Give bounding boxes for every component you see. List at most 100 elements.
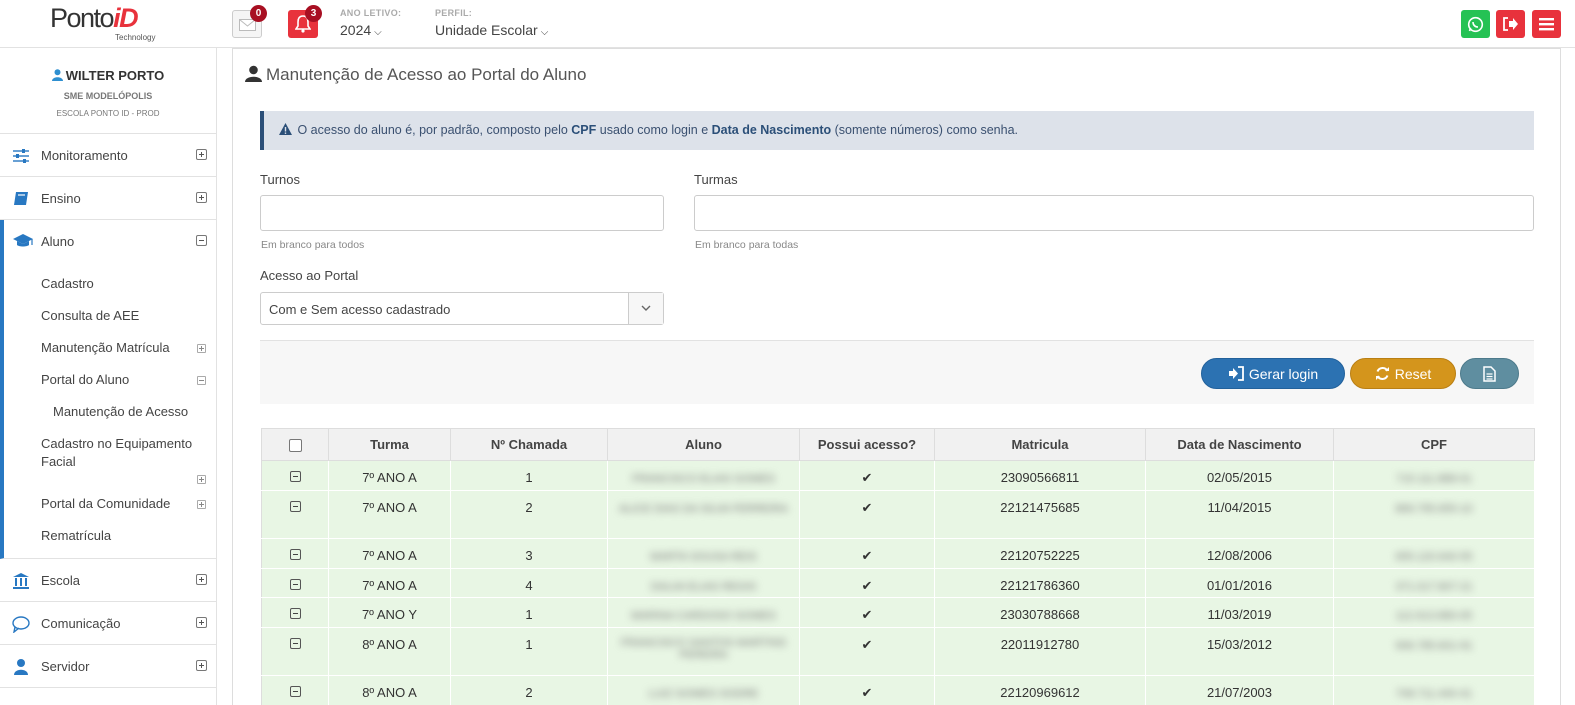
export-document-button[interactable] (1460, 358, 1519, 389)
table-row[interactable]: 7º ANO A 2 ALICE DIAS DA SILVA FERREIRA … (261, 490, 1535, 539)
sidebar-item-label: Escola (41, 572, 81, 588)
cell-turma: 7º ANO A (328, 490, 451, 539)
alert-data-nascimento: Data de Nascimento (711, 123, 832, 137)
sidebar-subitem-rematricula[interactable]: Rematrícula (41, 528, 111, 543)
sidebar-item-label: Ensino (41, 190, 81, 206)
turmas-help: Em branco para todas (695, 239, 799, 251)
cell-aluno: FRANCISCO SANTOS MARTINS PEREIRA (620, 637, 787, 661)
sidebar-subitem-cadastro[interactable]: Cadastro (41, 276, 94, 291)
logo-accent: iD (113, 3, 139, 33)
sidebar-subitem-consulta-aee[interactable]: Consulta de AEE (41, 308, 139, 323)
col-header-turma[interactable]: Turma (328, 428, 451, 461)
cell-cpf: 371.017.807-21 (1395, 581, 1473, 593)
expand-plus-icon (196, 660, 207, 671)
sidebar-item-ensino[interactable]: Ensino (0, 177, 216, 220)
info-alert: O acesso do aluno é, por padrão, compost… (260, 111, 1534, 150)
row-expand-icon[interactable] (289, 549, 301, 560)
perfil-selector[interactable]: PERFIL: Unidade Escolar ⌵ (435, 8, 548, 38)
sidebar-item-comunicacao[interactable]: Comunicação (0, 602, 216, 645)
check-icon: ✔ (799, 597, 935, 628)
sidebar-subitem-portal-aluno[interactable]: Portal do Aluno (41, 372, 129, 387)
acesso-portal-label: Acesso ao Portal (260, 268, 359, 283)
hamburger-menu-button[interactable] (1532, 10, 1561, 38)
select-toggle[interactable] (628, 293, 663, 324)
sidebar-subitem-manutencao-matricula[interactable]: Manutenção Matrícula (41, 340, 170, 355)
gerar-login-button[interactable]: Gerar login (1201, 358, 1345, 389)
ano-letivo-selector[interactable]: ANO LETIVO: 2024 ⌵ (340, 8, 401, 38)
cell-nascimento: 15/03/2012 (1145, 627, 1334, 676)
row-expand-icon[interactable] (289, 608, 301, 619)
logout-button[interactable] (1496, 10, 1525, 38)
sidebar-subitem-cadastro-equipamento[interactable]: Cadastro no Equipamento (41, 436, 192, 451)
collapse-minus-icon[interactable] (197, 376, 206, 385)
cell-matricula: 22011912780 (934, 627, 1146, 676)
main-panel: Manutenção de Acesso ao Portal do Aluno … (232, 48, 1561, 705)
sidebar-subitem-manutencao-acesso[interactable]: Manutenção de Acesso (53, 404, 188, 419)
col-header-chamada[interactable]: Nº Chamada (450, 428, 608, 461)
cell-turma: 7º ANO A (328, 568, 451, 598)
sidebar-item-monitoramento[interactable]: Monitoramento (0, 134, 216, 177)
table-row[interactable]: 7º ANO A 4 DALVA ELIAS REGIS ✔ 221217863… (261, 568, 1535, 598)
chevron-down-icon: ⌵ (374, 27, 382, 38)
user-box: WILTER PORTO SME MODELÓPOLIS ESCOLA PONT… (0, 48, 216, 134)
cell-chamada: 2 (450, 490, 608, 539)
table-row[interactable]: 8º ANO A 2 LUIZ GOMES SODRE ✔ 2212096961… (261, 675, 1535, 705)
user-icon (245, 65, 262, 82)
sidebar-item-servidor[interactable]: Servidor (0, 645, 216, 688)
cell-cpf: 708.711.440-41 (1395, 688, 1473, 700)
cell-turma: 7º ANO A (328, 460, 451, 491)
sidebar-subitem-portal-comunidade[interactable]: Portal da Comunidade (41, 496, 170, 511)
sidebar-item-escola[interactable]: Escola (0, 559, 216, 602)
cell-turma: 7º ANO Y (328, 597, 451, 628)
cell-matricula: 22120969612 (934, 675, 1146, 705)
col-header-matricula[interactable]: Matricula (934, 428, 1146, 461)
cell-cpf: 906.785.601-91 (1395, 640, 1473, 652)
turmas-label: Turmas (694, 172, 738, 187)
cell-aluno: ALICE DIAS DA SILVA FERREIRA (619, 503, 788, 515)
cell-turma: 8º ANO A (328, 675, 451, 705)
cell-turma: 7º ANO A (328, 538, 451, 569)
logo[interactable]: PontoiD Technology (50, 4, 165, 44)
actions-toolbar: Gerar login Reset (260, 340, 1534, 404)
col-header-cpf[interactable]: CPF (1333, 428, 1535, 461)
turnos-input[interactable] (260, 195, 664, 231)
row-expand-icon[interactable] (289, 579, 301, 590)
sidebar-item-aluno[interactable]: Aluno (4, 220, 216, 263)
expand-plus-icon (196, 574, 207, 585)
sidebar-item-label: Monitoramento (41, 147, 128, 163)
select-all-checkbox[interactable] (288, 439, 302, 453)
mail-count-badge: 0 (250, 5, 267, 22)
acesso-portal-select[interactable]: Com e Sem acesso cadastrado (260, 292, 664, 325)
whatsapp-button[interactable] (1461, 10, 1490, 38)
table-row[interactable]: 8º ANO A 1 FRANCISCO SANTOS MARTINS PERE… (261, 627, 1535, 676)
expand-plus-icon[interactable] (197, 344, 206, 353)
row-expand-icon[interactable] (289, 638, 301, 649)
cell-nascimento: 02/05/2015 (1145, 460, 1334, 491)
sidebar-item-label: Servidor (41, 658, 90, 674)
graduation-cap-icon (13, 234, 33, 247)
row-expand-icon[interactable] (289, 686, 301, 697)
cell-nascimento: 12/08/2006 (1145, 538, 1334, 569)
top-bar: PontoiD Technology 0 3 ANO LETIVO: 2024 ⌵… (0, 0, 1575, 48)
table-row[interactable]: 7º ANO A 1 FRANCISCO ELIAS GOMES ✔ 23090… (261, 460, 1535, 491)
sidebar-section-aluno: Aluno Cadastro Consulta de AEE Manutençã… (0, 220, 216, 559)
acesso-portal-value: Com e Sem acesso cadastrado (269, 302, 451, 317)
table-row[interactable]: 7º ANO A 3 MARTA SOUSA REIS ✔ 2212075222… (261, 538, 1535, 569)
cell-nascimento: 11/04/2015 (1145, 490, 1334, 539)
col-header-acesso[interactable]: Possui acesso? (799, 428, 935, 461)
logo-text: Ponto (50, 3, 115, 33)
col-header-nascimento[interactable]: Data de Nascimento (1145, 428, 1334, 461)
check-icon: ✔ (799, 460, 935, 491)
reset-button[interactable]: Reset (1350, 358, 1456, 389)
row-expand-icon[interactable] (289, 471, 301, 482)
alert-text: O acesso do aluno é, por padrão, compost… (297, 123, 572, 137)
row-expand-icon[interactable] (289, 501, 301, 512)
expand-plus-icon[interactable] (197, 475, 206, 484)
sidebar-subitem-cadastro-equipamento-facial[interactable]: Facial (41, 454, 76, 469)
turnos-label: Turnos (260, 172, 300, 187)
table-row[interactable]: 7º ANO Y 1 MARINA CARDOSO GOMES ✔ 230307… (261, 597, 1535, 628)
col-header-aluno[interactable]: Aluno (607, 428, 800, 461)
expand-plus-icon[interactable] (197, 500, 206, 509)
turmas-input[interactable] (694, 195, 1534, 231)
user-icon (14, 659, 28, 675)
